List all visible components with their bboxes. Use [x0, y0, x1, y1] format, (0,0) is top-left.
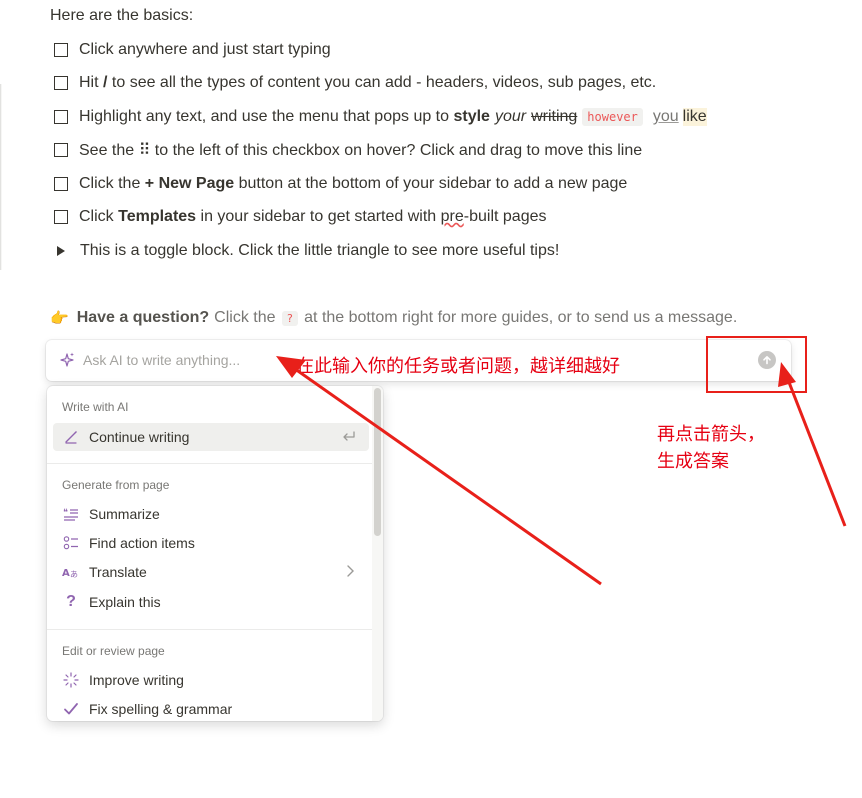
svg-text:A: A: [62, 568, 70, 579]
todo-text[interactable]: Click Templates in your sidebar to get s…: [79, 208, 546, 226]
menu-item-translate[interactable]: Aあ Translate: [53, 558, 369, 586]
enter-icon: [341, 428, 357, 447]
question-icon: ?: [66, 593, 76, 610]
ai-prompt-input[interactable]: [83, 350, 283, 370]
todo-text[interactable]: Click anywhere and just start typing: [79, 41, 331, 59]
menu-scrollbar[interactable]: [372, 386, 383, 721]
section-label: Write with AI: [62, 400, 129, 414]
magic-wand-icon: [61, 670, 81, 690]
drag-handle-icon: ⠿: [138, 142, 151, 159]
pen-line-icon: [61, 427, 81, 447]
basics-heading: Here are the basics:: [50, 7, 194, 24]
annotation-input-hint: 在此输入你的任务或者问题，越详细越好: [296, 356, 620, 377]
help-code: ?: [281, 310, 299, 326]
todo-checkbox[interactable]: [54, 43, 68, 57]
help-heading: Have a question?: [76, 309, 210, 326]
menu-item-improve-writing[interactable]: Improve writing: [53, 666, 369, 694]
sparkle-icon: [60, 352, 74, 367]
checkmark-icon: [61, 699, 81, 719]
chevron-right-icon: [343, 563, 357, 582]
todo-item: Click anywhere and just start typing: [54, 39, 331, 61]
toggle-text[interactable]: This is a toggle block. Click the little…: [80, 242, 559, 260]
menu-item-continue-writing[interactable]: Continue writing: [53, 423, 369, 451]
inline-code: however: [582, 108, 643, 126]
annotation-arrow-line: [783, 371, 847, 527]
scrollbar-thumb[interactable]: [374, 388, 381, 536]
section-label: Generate from page: [62, 478, 170, 492]
todo-checkbox[interactable]: [54, 76, 68, 90]
menu-divider: [47, 463, 372, 464]
todo-item: Click Templates in your sidebar to get s…: [54, 206, 546, 228]
todo-item: See the ⠿ to the left of this checkbox o…: [54, 139, 642, 161]
todo-checkbox[interactable]: [54, 177, 68, 191]
toggle-triangle-icon[interactable]: [57, 246, 65, 256]
menu-item-find-action-items[interactable]: Find action items: [53, 529, 369, 557]
annotation-arrow-hint-line2: 生成答案: [657, 451, 729, 472]
todo-item: Hit / to see all the types of content yo…: [54, 72, 656, 94]
todo-text[interactable]: Click the + New Page button at the botto…: [79, 175, 627, 193]
ai-command-menu: Write with AI Continue writing Generate …: [47, 386, 383, 721]
menu-divider: [47, 629, 372, 630]
checklist-icon: [61, 533, 81, 553]
menu-item-summarize[interactable]: ❝ Summarize: [53, 500, 369, 528]
todo-item: Click the + New Page button at the botto…: [54, 173, 627, 195]
todo-item: Highlight any text, and use the menu tha…: [54, 106, 707, 128]
todo-checkbox[interactable]: [54, 143, 68, 157]
annotation-highlight-box: [706, 336, 807, 393]
translate-icon: Aあ: [61, 562, 81, 582]
svg-text:あ: あ: [70, 570, 78, 579]
left-panel-edge: [0, 84, 2, 270]
todo-text[interactable]: Highlight any text, and use the menu tha…: [79, 108, 707, 126]
todo-text[interactable]: Hit / to see all the types of content yo…: [79, 74, 656, 92]
todo-checkbox[interactable]: [54, 110, 68, 124]
summarize-icon: ❝: [61, 504, 81, 524]
menu-item-fix-spelling[interactable]: Fix spelling & grammar: [53, 695, 369, 721]
menu-item-explain-this[interactable]: ? Explain this: [53, 588, 369, 616]
help-line: 👉 Have a question? Click the ? at the bo…: [50, 309, 738, 327]
todo-checkbox[interactable]: [54, 210, 68, 224]
pointing-hand-icon: 👉: [50, 310, 69, 327]
annotation-arrow-hint-line1: 再点击箭头，: [657, 424, 765, 445]
toggle-block: This is a toggle block. Click the little…: [54, 240, 559, 262]
section-label: Edit or review page: [62, 644, 165, 658]
todo-text[interactable]: See the ⠿ to the left of this checkbox o…: [79, 140, 642, 160]
